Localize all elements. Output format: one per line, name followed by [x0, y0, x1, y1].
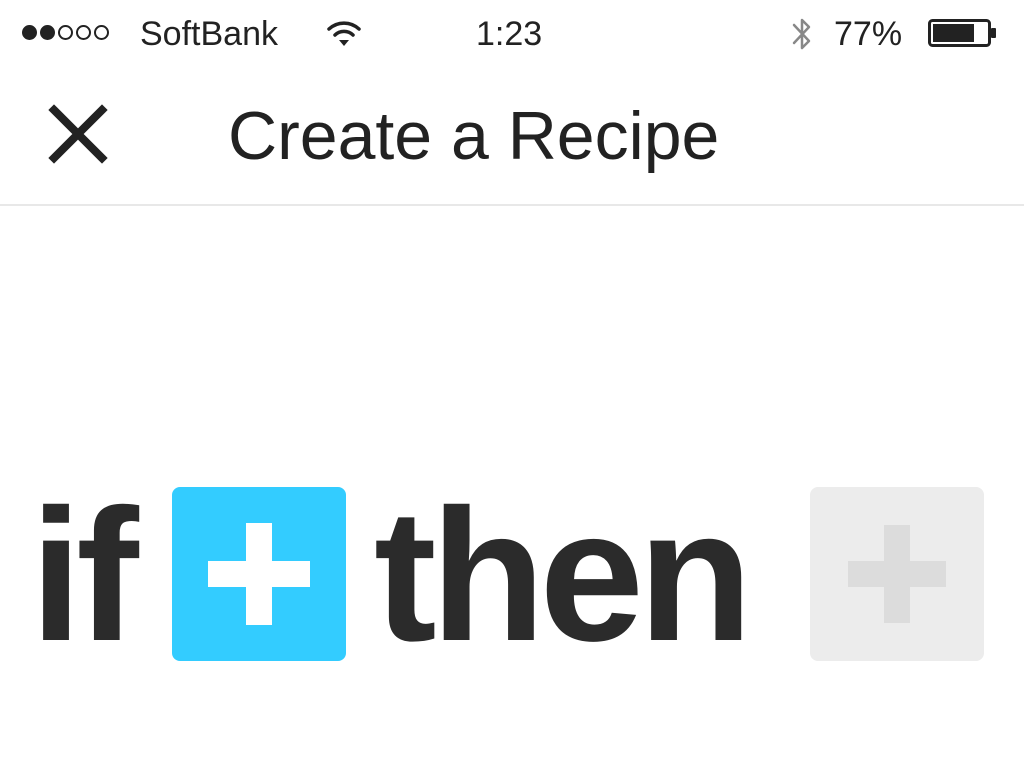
signal-dot: [94, 25, 109, 40]
close-icon[interactable]: [40, 102, 116, 166]
signal-dot: [40, 25, 55, 40]
plus-icon: [208, 523, 310, 625]
signal-dot: [76, 25, 91, 40]
carrier-name: SoftBank: [140, 15, 278, 53]
bluetooth-icon: [792, 18, 811, 50]
plus-icon: [848, 525, 946, 623]
page-title: Create a Recipe: [228, 98, 720, 174]
signal-strength-icon: [22, 25, 109, 40]
then-label: then: [374, 470, 753, 680]
screen: SoftBank 1:23 77% Create a Recipe if the…: [0, 0, 1024, 774]
signal-dot: [22, 25, 37, 40]
battery-icon: [928, 19, 996, 47]
add-trigger-button[interactable]: [172, 487, 346, 661]
recipe-builder: if then: [0, 480, 1024, 670]
status-bar: SoftBank 1:23 77%: [0, 0, 1024, 66]
wifi-icon: [327, 21, 361, 46]
add-action-button[interactable]: [810, 487, 984, 661]
battery-percent: 77%: [834, 15, 903, 53]
if-label: if: [30, 470, 139, 680]
nav-bar: Create a Recipe: [0, 66, 1024, 206]
clock: 1:23: [476, 15, 543, 53]
signal-dot: [58, 25, 73, 40]
